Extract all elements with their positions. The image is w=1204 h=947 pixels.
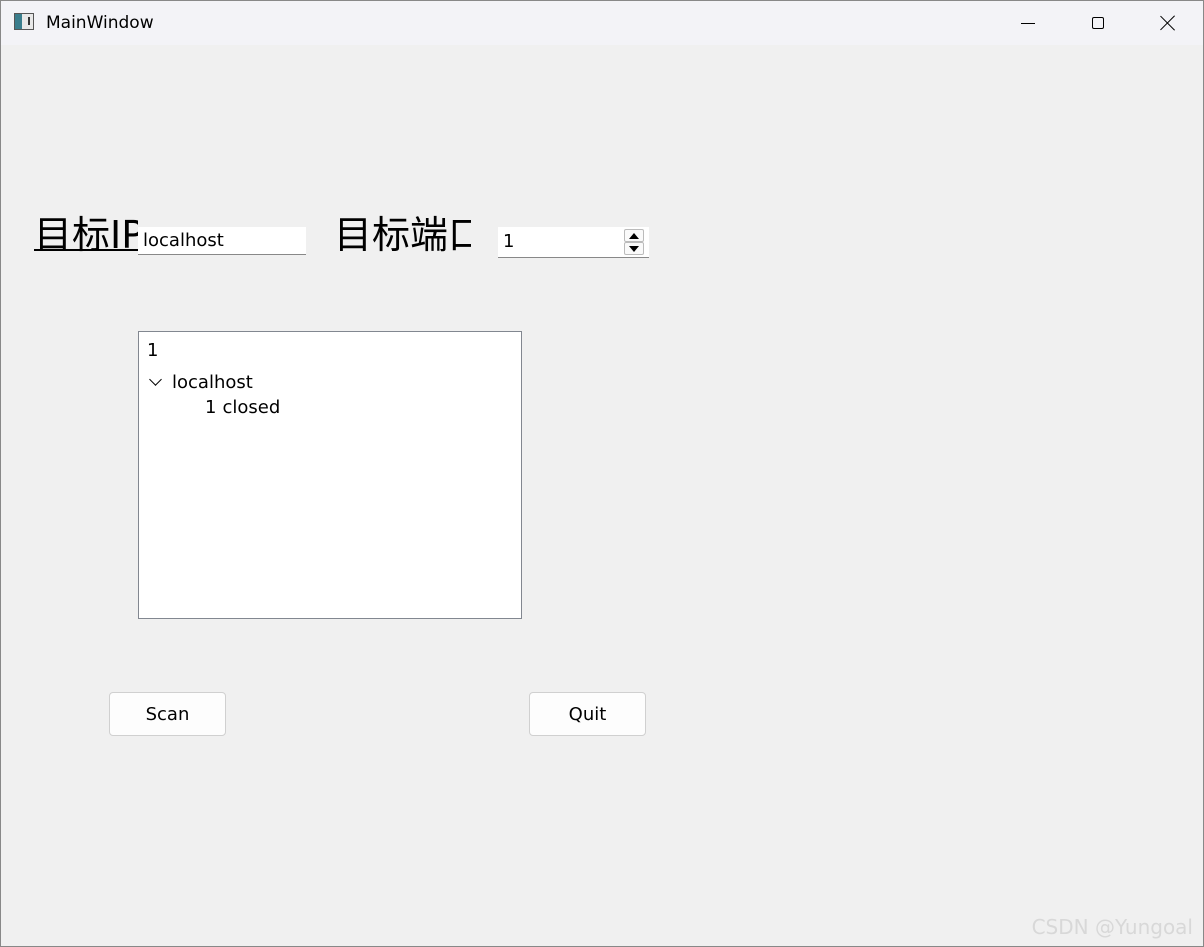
tree-child-item[interactable]: 1 closed [205,397,280,418]
title-bar[interactable]: MainWindow [1,1,1203,45]
port-value[interactable]: 1 [503,231,514,252]
target-port-label: 目标端口 [334,213,471,257]
chevron-down-icon[interactable] [149,373,162,386]
target-ip-label: 目标IP [34,213,138,257]
tree-item-localhost[interactable]: localhost [147,370,253,394]
minimize-button[interactable] [993,1,1063,45]
close-icon [1160,15,1176,31]
tree-item-label: localhost [172,371,253,393]
maximize-icon [1092,17,1104,29]
spin-up-button[interactable] [624,229,644,242]
quit-button[interactable]: Quit [529,692,646,736]
window-title: MainWindow [46,13,154,33]
maximize-button[interactable] [1063,1,1133,45]
main-window: MainWindow 目标IP 目标端口 1 1 localhost 1clos… [0,0,1204,947]
spin-down-button[interactable] [624,242,644,255]
app-icon [14,13,34,30]
target-ip-input[interactable] [138,227,306,255]
watermark: CSDN @Yungoal [1031,915,1193,939]
results-tree[interactable]: 1 localhost 1 closed [138,331,522,619]
arrow-up-icon [629,232,639,239]
child-status: closed [222,397,281,418]
arrow-down-icon [629,245,639,252]
tree-header: 1 [147,340,159,361]
minimize-icon [1021,22,1035,24]
target-port-spinbox[interactable]: 1 [498,227,649,258]
close-button[interactable] [1133,1,1203,45]
child-port: 1 [205,397,217,418]
scan-button[interactable]: Scan [109,692,226,736]
